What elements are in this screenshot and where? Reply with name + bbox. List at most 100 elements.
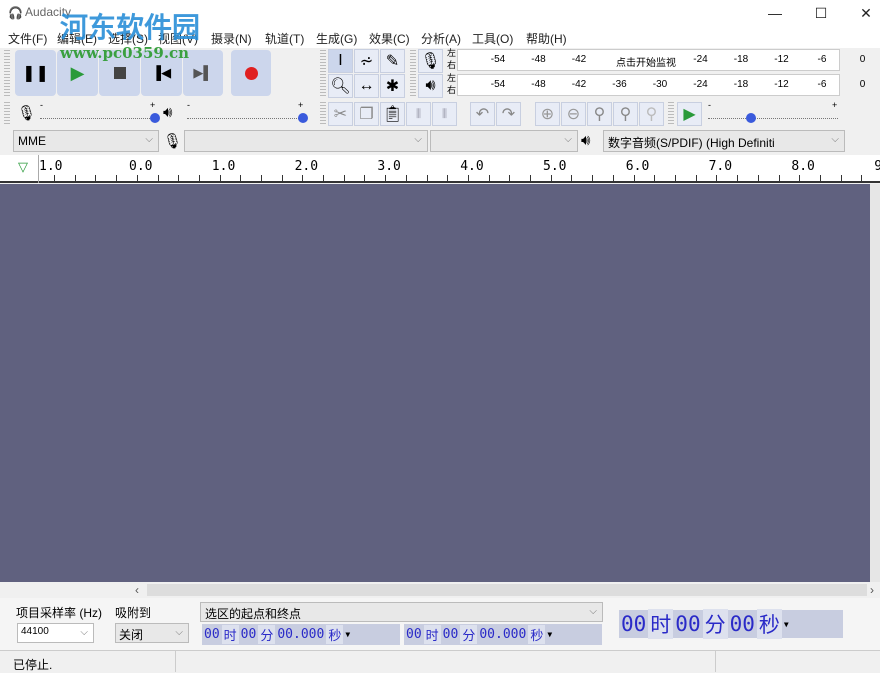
- record-meter-button[interactable]: 🎙︎: [418, 49, 443, 73]
- hours-unit: 时: [221, 625, 239, 644]
- toolbar-grip[interactable]: [668, 102, 674, 126]
- menu-tools[interactable]: 工具(O): [472, 30, 513, 47]
- output-volume-slider[interactable]: [187, 118, 305, 119]
- input-volume-slider[interactable]: [40, 118, 156, 119]
- zoom-toggle-button[interactable]: ⚲: [639, 102, 664, 126]
- trim-button[interactable]: ⫼: [406, 102, 431, 126]
- toolbar-grip[interactable]: [320, 102, 326, 126]
- minutes-unit: 分: [460, 625, 478, 644]
- silence-button[interactable]: ⫼: [432, 102, 457, 126]
- meter-right-label: 右: [447, 85, 457, 95]
- redo-button[interactable]: ↷: [496, 102, 521, 126]
- meter-tick-label: -12: [774, 79, 789, 90]
- status-bar: 已停止.: [0, 650, 880, 672]
- ruler-tick: [799, 175, 800, 181]
- envelope-tool[interactable]: ⩫: [354, 49, 379, 73]
- undo-button[interactable]: ↶: [470, 102, 495, 126]
- selection-end-time[interactable]: 00 时 00 分 00.000 秒 ▼: [404, 624, 602, 645]
- vertical-scrollbar[interactable]: [870, 184, 880, 582]
- ruler-label: 2.0: [294, 159, 319, 174]
- snap-to-select[interactable]: 关闭 ⌵: [115, 623, 189, 643]
- dropdown-arrow-icon[interactable]: ▼: [782, 620, 791, 629]
- copy-button[interactable]: ❐: [354, 102, 379, 126]
- ruler-tick: [634, 175, 635, 181]
- ruler-tick: [364, 175, 365, 181]
- menu-generate[interactable]: 生成(G): [316, 30, 357, 47]
- menu-analyze[interactable]: 分析(A): [421, 30, 461, 47]
- play-speed-thumb[interactable]: [746, 113, 756, 123]
- toolbar-grip[interactable]: [4, 50, 10, 98]
- host-select[interactable]: MME ⌵: [13, 130, 159, 152]
- paste-button[interactable]: 📋︎: [380, 102, 405, 126]
- slider-max-label: +: [150, 100, 156, 110]
- toolbar-grip[interactable]: [4, 102, 10, 126]
- chevron-down-icon: ⌵: [831, 134, 839, 145]
- pause-button[interactable]: ❚❚: [15, 50, 56, 96]
- toolbar-grip[interactable]: [410, 50, 416, 98]
- microphone-icon: 🎙︎: [163, 133, 183, 150]
- selection-tool[interactable]: I: [328, 49, 353, 73]
- dropdown-arrow-icon[interactable]: ▼: [343, 630, 352, 639]
- menu-file[interactable]: 文件(F): [8, 30, 47, 47]
- selection-start-time[interactable]: 00 时 00 分 00.000 秒 ▼: [202, 624, 400, 645]
- toolbar-grip[interactable]: [320, 50, 326, 98]
- status-divider: [175, 651, 176, 672]
- zoom-in-icon: ⊕: [540, 106, 555, 123]
- project-rate-label: 项目采样率 (Hz): [16, 606, 102, 620]
- i-beam-icon: I: [338, 52, 343, 69]
- channels-select[interactable]: ⌵: [430, 130, 578, 152]
- horizontal-scrollbar[interactable]: ‹ ›: [0, 582, 880, 598]
- monitor-hint[interactable]: 点击开始监视: [612, 54, 680, 69]
- cut-button[interactable]: ✂: [328, 102, 353, 126]
- selection-mode-select[interactable]: 选区的起点和终点 ⌵: [200, 602, 603, 622]
- fit-selection-button[interactable]: ⚲: [587, 102, 612, 126]
- play-head-triangle-icon[interactable]: ▽: [18, 159, 28, 175]
- seconds: 00.000: [277, 627, 325, 642]
- close-button[interactable]: ✕: [843, 0, 880, 26]
- chevron-down-icon: ⌵: [80, 627, 88, 638]
- meter-tick-label: -24: [693, 54, 708, 65]
- minimize-button[interactable]: —: [752, 0, 798, 26]
- status-divider: [715, 651, 716, 672]
- playback-meter[interactable]: -54 -48 -42 -36 -30 -24 -18 -12 -6 0: [457, 74, 865, 96]
- dropdown-arrow-icon[interactable]: ▼: [545, 630, 554, 639]
- play-speed-slider[interactable]: [708, 118, 838, 119]
- play-meter-button[interactable]: 🔊︎: [418, 74, 443, 98]
- copy-icon: ❐: [359, 106, 374, 123]
- hours-unit: 时: [423, 625, 441, 644]
- record-button[interactable]: [231, 50, 271, 96]
- draw-tool[interactable]: ✎: [380, 49, 405, 73]
- track-area[interactable]: [0, 184, 870, 582]
- zoom-out-button[interactable]: ⊖: [561, 102, 586, 126]
- chevron-down-icon: ⌵: [564, 134, 572, 145]
- input-device-select[interactable]: ⌵: [184, 130, 428, 152]
- scrollbar-thumb[interactable]: [147, 584, 867, 596]
- ruler-tick: [468, 175, 469, 181]
- ruler-tick: [447, 175, 448, 181]
- menu-help[interactable]: 帮助(H): [526, 30, 567, 47]
- scroll-right-icon[interactable]: ›: [870, 583, 874, 597]
- menu-tracks[interactable]: 轨道(T): [265, 30, 304, 47]
- zoom-in-button[interactable]: ⊕: [535, 102, 560, 126]
- ruler-tick: [116, 175, 117, 181]
- audio-position-time[interactable]: 00 时 00 分 00 秒 ▼: [619, 609, 843, 639]
- meter-tick-label: -30: [652, 79, 668, 90]
- meter-tick-label: -42: [571, 79, 587, 90]
- menu-transport[interactable]: 摄录(N): [211, 30, 252, 47]
- output-device-select[interactable]: 数字音频(S/PDIF) (High Definiti ⌵: [603, 130, 845, 152]
- timeline-ruler[interactable]: ▽ 1.0 0.0 1.0 2.0 3.0 4.0 5.0 6.0 7.0 8.0 9.0: [0, 155, 880, 183]
- time-shift-tool[interactable]: ↔: [354, 74, 379, 98]
- menu-effect[interactable]: 效果(C): [369, 30, 410, 47]
- input-volume-thumb[interactable]: [150, 113, 160, 123]
- zoom-tool[interactable]: 🔍︎: [328, 74, 353, 98]
- output-volume-thumb[interactable]: [298, 113, 308, 123]
- project-rate-select[interactable]: 44100 ⌵: [17, 623, 94, 643]
- ruler-tick: [551, 175, 552, 181]
- scroll-left-icon[interactable]: ‹: [135, 583, 139, 597]
- magnifier-icon: 🔍︎: [330, 78, 351, 95]
- chevron-down-icon: ⌵: [175, 627, 183, 638]
- maximize-button[interactable]: ☐: [798, 0, 844, 26]
- multi-tool[interactable]: ✱: [380, 74, 405, 98]
- fit-project-button[interactable]: ⚲: [613, 102, 638, 126]
- play-at-speed-button[interactable]: ▶: [677, 102, 702, 126]
